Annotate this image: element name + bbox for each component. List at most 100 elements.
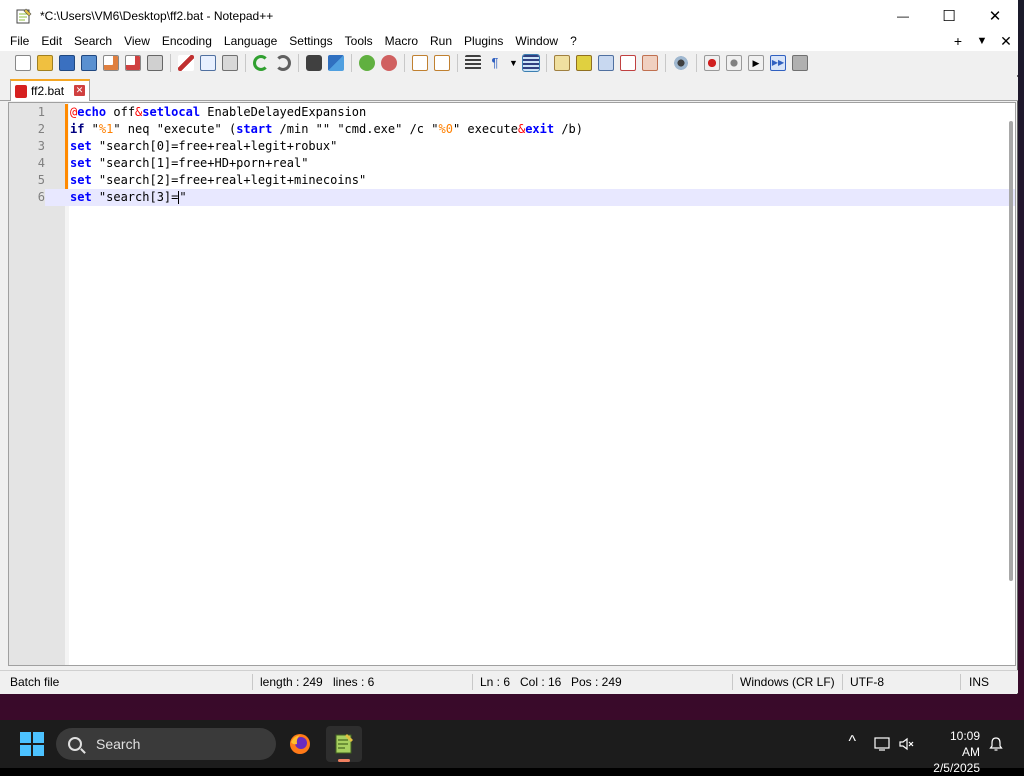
title-bar[interactable]: *C:\Users\VM6\Desktop\ff2.bat - Notepad+… xyxy=(0,0,1018,31)
zoom-out-icon[interactable] xyxy=(381,55,397,71)
find-icon[interactable] xyxy=(306,55,322,71)
redo-icon[interactable] xyxy=(275,55,291,71)
status-col: Col : 16 xyxy=(520,675,562,689)
toolbar-separator xyxy=(404,54,405,72)
zoom-in-icon[interactable] xyxy=(359,55,375,71)
code-token: set xyxy=(70,156,92,170)
status-divider xyxy=(252,674,253,690)
show-all-chars-icon[interactable]: ¶ xyxy=(487,55,503,71)
menu-run[interactable]: Run xyxy=(423,31,457,51)
taskbar-search-box[interactable]: Search xyxy=(56,728,276,760)
code-line[interactable]: 1 @echo off&setlocal EnableDelayedExpansi… xyxy=(9,104,1015,121)
vertical-scrollbar[interactable] xyxy=(1009,121,1013,581)
line-code-text: set "search[2]=free+real+legit+minecoins… xyxy=(70,172,366,189)
print-icon[interactable] xyxy=(147,55,163,71)
copy-icon[interactable] xyxy=(200,55,216,71)
line-number: 2 xyxy=(9,121,45,138)
status-insert-mode[interactable]: INS xyxy=(969,671,989,693)
notification-bell-icon[interactable] xyxy=(988,736,1004,755)
maximize-button[interactable]: ☐ xyxy=(926,0,972,31)
sync-horizontal-icon[interactable] xyxy=(434,55,450,71)
code-token: "search[3]= xyxy=(91,190,179,204)
toolbar-separator xyxy=(696,54,697,72)
paste-icon[interactable] xyxy=(222,55,238,71)
line-number: 5 xyxy=(9,172,45,189)
menu-help[interactable]: ? xyxy=(563,31,582,51)
tab-ff2-bat[interactable]: ff2.bat ✕ xyxy=(10,79,90,101)
code-line[interactable]: 4 set "search[1]=free+HD+porn+real" xyxy=(9,155,1015,172)
system-clock[interactable]: 10:09 AM 2/5/2025 xyxy=(933,728,980,776)
new-tab-plus-icon[interactable]: + xyxy=(946,33,970,49)
code-line[interactable]: 3 set "search[0]=free+real+legit+robux" xyxy=(9,138,1015,155)
save-macro-icon[interactable] xyxy=(792,55,808,71)
cut-icon[interactable] xyxy=(178,55,194,71)
replace-icon[interactable] xyxy=(328,55,344,71)
code-line[interactable]: 5 set "search[2]=free+real+legit+minecoin… xyxy=(9,172,1015,189)
function-list-icon[interactable] xyxy=(576,55,592,71)
status-ln: Ln : 6 xyxy=(480,675,511,689)
code-token: echo xyxy=(77,105,107,119)
taskbar-firefox[interactable] xyxy=(282,726,318,762)
minimize-button[interactable]: — xyxy=(880,0,926,31)
menu-edit[interactable]: Edit xyxy=(34,31,67,51)
tab-list-dropdown-icon[interactable]: ▼ xyxy=(970,35,994,47)
word-wrap-icon[interactable] xyxy=(465,55,481,71)
save-icon[interactable] xyxy=(59,55,75,71)
line-number: 6 xyxy=(9,189,45,206)
document-list-icon[interactable] xyxy=(598,55,614,71)
code-line[interactable]: 6 set "search[3]=" xyxy=(9,189,1015,206)
code-token: if xyxy=(70,122,85,136)
code-editor[interactable]: 1 @echo off&setlocal EnableDelayedExpansi… xyxy=(8,102,1016,666)
code-token: %0 xyxy=(438,122,453,136)
menu-view[interactable]: View xyxy=(117,31,155,51)
record-macro-icon[interactable] xyxy=(704,55,720,71)
code-token: set xyxy=(70,173,92,187)
new-file-icon[interactable] xyxy=(15,55,31,71)
status-divider xyxy=(472,674,473,690)
indent-guide-icon[interactable] xyxy=(522,54,540,72)
windows-start-icon[interactable] xyxy=(20,732,44,756)
close-all-icon[interactable] xyxy=(125,55,141,71)
volume-muted-icon[interactable] xyxy=(898,736,914,755)
network-icon[interactable] xyxy=(874,736,890,755)
toolbar-dropdown-icon[interactable]: ▼ xyxy=(509,55,518,71)
doc-map-icon[interactable] xyxy=(554,55,570,71)
taskbar-notepadpp[interactable] xyxy=(326,726,362,762)
line-code-text: if "%1" neq "execute" (start /min "" "cm… xyxy=(70,121,583,138)
menu-encoding[interactable]: Encoding xyxy=(155,31,217,51)
menu-search[interactable]: Search xyxy=(67,31,117,51)
code-token: set xyxy=(70,190,92,204)
menu-tools[interactable]: Tools xyxy=(338,31,378,51)
close-document-icon[interactable]: ✕ xyxy=(994,33,1018,50)
project-panel-icon[interactable] xyxy=(642,55,658,71)
code-token: " xyxy=(84,122,99,136)
menu-macro[interactable]: Macro xyxy=(378,31,423,51)
sync-vertical-icon[interactable] xyxy=(412,55,428,71)
menu-language[interactable]: Language xyxy=(217,31,282,51)
status-eol[interactable]: Windows (CR LF) xyxy=(740,671,835,693)
open-file-icon[interactable] xyxy=(37,55,53,71)
tray-chevron-icon[interactable]: ^ xyxy=(848,733,856,751)
monitoring-icon[interactable] xyxy=(673,55,689,71)
code-token: /b) xyxy=(554,122,584,136)
menu-window[interactable]: Window xyxy=(508,31,563,51)
play-macro-icon[interactable]: ▶ xyxy=(748,55,764,71)
line-code-text: set "search[1]=free+HD+porn+real" xyxy=(70,155,308,172)
undo-icon[interactable] xyxy=(253,55,269,71)
tab-close-icon[interactable]: ✕ xyxy=(74,85,85,96)
code-line[interactable]: 2 if "%1" neq "execute" (start /min "" "c… xyxy=(9,121,1015,138)
toolbar: ¶ ▼ ▶ ▶▶ xyxy=(0,51,1018,75)
save-all-icon[interactable] xyxy=(81,55,97,71)
status-encoding[interactable]: UTF-8 xyxy=(850,671,884,693)
folder-workspace-icon[interactable] xyxy=(620,55,636,71)
menu-settings[interactable]: Settings xyxy=(282,31,337,51)
close-button[interactable]: ✕ xyxy=(972,0,1018,31)
menu-plugins[interactable]: Plugins xyxy=(457,31,508,51)
menu-bar: File Edit Search View Encoding Language … xyxy=(0,31,1018,51)
stop-record-icon[interactable] xyxy=(726,55,742,71)
close-file-icon[interactable] xyxy=(103,55,119,71)
status-language: Batch file xyxy=(10,675,60,689)
run-macro-multiple-icon[interactable]: ▶▶ xyxy=(770,55,786,71)
clock-date: 2/5/2025 xyxy=(933,761,980,775)
menu-file[interactable]: File xyxy=(0,31,34,51)
